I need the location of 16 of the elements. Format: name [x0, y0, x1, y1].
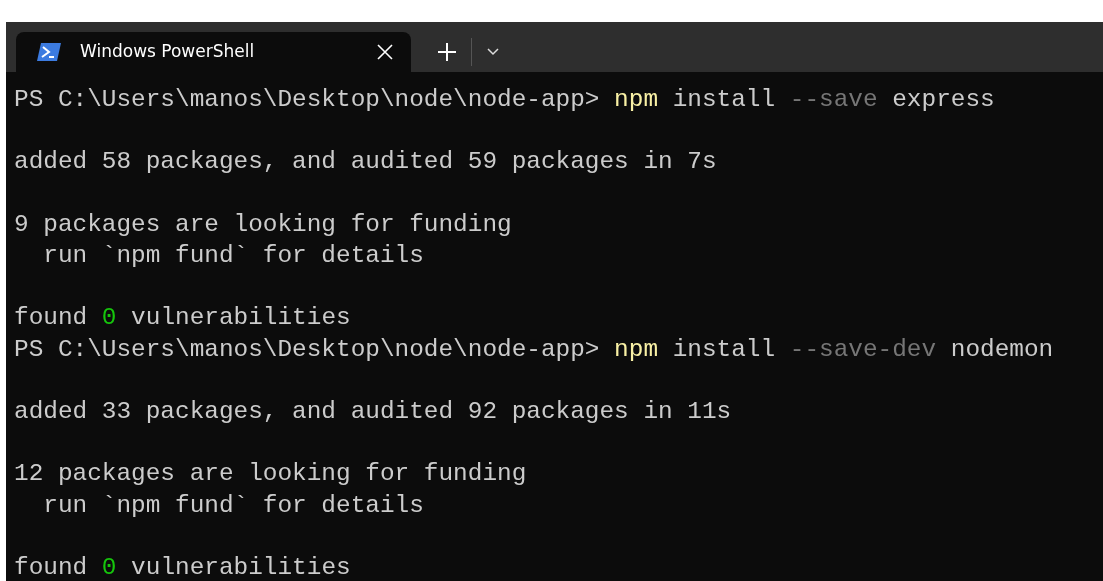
close-icon [377, 44, 393, 60]
terminal-line: found 0 vulnerabilities [14, 303, 351, 334]
terminal-line: PS C:\Users\manos\Desktop\node\node-app> npm install --save express [14, 85, 995, 115]
powershell-icon [36, 42, 62, 62]
terminal-line: PS C:\Users\manos\Desktop\node\node-app> npm install --save-dev nodemon [14, 334, 1054, 365]
tab-title: Windows PowerShell [80, 40, 256, 64]
terminal-line: 9 packages are looking for funding [14, 209, 512, 240]
terminal-line: added 58 packages, and audited 59 packages in 7s [14, 147, 717, 178]
plus-icon [437, 42, 457, 62]
terminal-tab[interactable]: Windows PowerShell [16, 32, 411, 72]
terminal-line: 12 packages are looking for funding [14, 459, 527, 490]
terminal-line: run `npm fund` for details [42, 490, 424, 521]
terminal-line: found 0 vulnerabilities [14, 552, 351, 581]
terminal-line: added 33 packages, and audited 92 packages in 11s [14, 396, 732, 427]
terminal-line: run `npm fund` for details [42, 241, 424, 271]
chevron-down-icon [487, 48, 499, 56]
